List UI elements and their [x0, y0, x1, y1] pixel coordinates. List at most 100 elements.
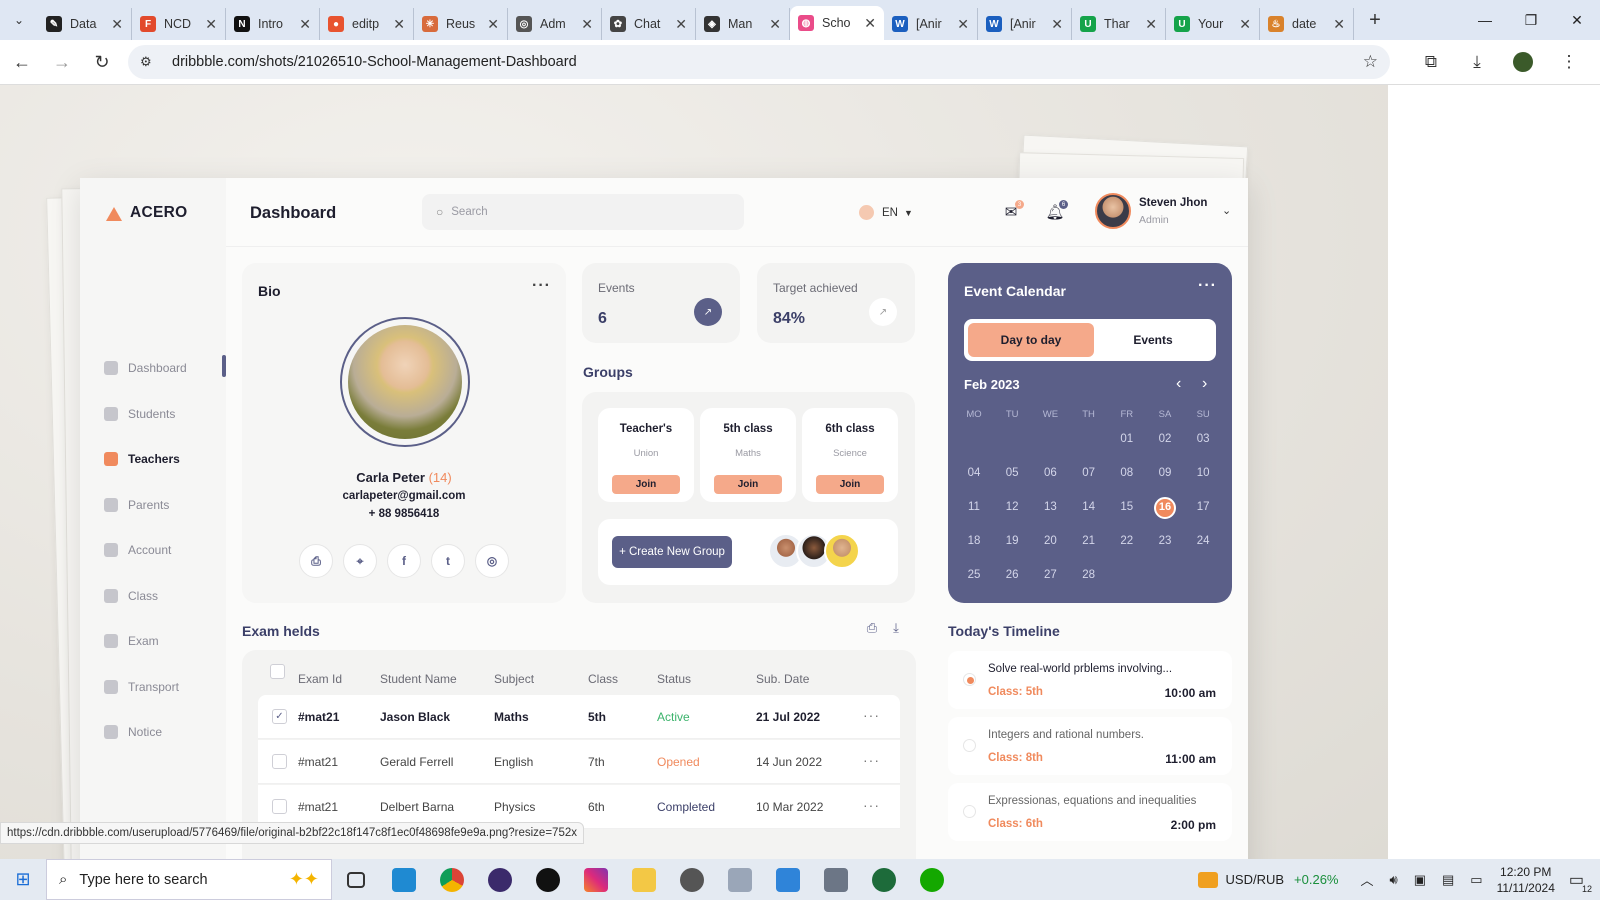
- tab-close-icon[interactable]: ✕: [957, 16, 969, 33]
- group-card[interactable]: 5th class Maths Join: [700, 408, 796, 502]
- windows-start-icon[interactable]: ⊞: [0, 859, 46, 900]
- language-select[interactable]: EN ▼: [859, 205, 913, 220]
- row-more-icon[interactable]: ···: [863, 797, 880, 813]
- tab-close-icon[interactable]: ✕: [299, 16, 311, 33]
- browser-tab[interactable]: ◎ Adm ✕: [508, 8, 602, 40]
- timeline-item[interactable]: Integers and rational numbers. Class: 8th…: [948, 717, 1232, 775]
- app-20-icon[interactable]: [476, 859, 524, 900]
- calendar-day[interactable]: 05: [993, 467, 1031, 479]
- sidebar-item-transport[interactable]: Transport: [104, 679, 179, 694]
- events-stat-card[interactable]: Events 6 ↗: [582, 263, 740, 343]
- calendar-day[interactable]: 23: [1146, 535, 1184, 547]
- arrow-up-right-icon[interactable]: ↗: [694, 298, 722, 326]
- back-icon[interactable]: ←: [4, 44, 40, 80]
- twitter-icon[interactable]: t: [431, 544, 465, 578]
- timeline-radio[interactable]: [963, 805, 976, 818]
- new-tab-button[interactable]: +: [1358, 3, 1392, 37]
- calendar-day[interactable]: 18: [955, 535, 993, 547]
- calendar-day[interactable]: 07: [1070, 467, 1108, 479]
- vscode-icon[interactable]: [380, 859, 428, 900]
- target-stat-card[interactable]: Target achieved 84% ↗: [757, 263, 915, 343]
- address-bar[interactable]: ⚙ dribbble.com/shots/21026510-School-Man…: [128, 45, 1390, 79]
- row-more-icon[interactable]: ···: [863, 707, 880, 723]
- tab-search-chevron-icon[interactable]: ⌄: [0, 0, 38, 40]
- browser-tab[interactable]: W [Anir ✕: [978, 8, 1072, 40]
- calendar-day[interactable]: 25: [955, 569, 993, 581]
- events-tab[interactable]: Events: [1094, 323, 1212, 357]
- download-icon[interactable]: ⤓: [887, 619, 905, 637]
- join-button[interactable]: Join: [714, 475, 782, 494]
- app-printer-icon[interactable]: [812, 859, 860, 900]
- task-view-icon[interactable]: [332, 859, 380, 900]
- group-card[interactable]: 6th class Science Join: [802, 408, 898, 502]
- sidebar-item-students[interactable]: Students: [104, 406, 175, 421]
- tab-close-icon[interactable]: ✕: [205, 16, 217, 33]
- table-row[interactable]: #mat21 Gerald Ferrell English 7th Opened 14 J…: [258, 740, 900, 784]
- tab-close-icon[interactable]: ✕: [864, 15, 876, 32]
- sidebar-item-teachers[interactable]: Teachers: [104, 452, 180, 466]
- taskbar-search-input[interactable]: ⌕ Type here to search ✦✦: [46, 859, 332, 900]
- join-button[interactable]: Join: [816, 475, 884, 494]
- calendar-day[interactable]: 16: [1146, 501, 1184, 513]
- select-all-checkbox[interactable]: [270, 664, 285, 679]
- table-row[interactable]: ✓ #mat21 Jason Black Maths 5th Active 21 Jul 2…: [258, 695, 900, 739]
- row-checkbox[interactable]: ✓: [272, 709, 287, 724]
- column-header[interactable]: Class: [588, 672, 618, 686]
- browser-tab[interactable]: ✿ Chat ✕: [602, 8, 696, 40]
- browser-tab[interactable]: ● editp ✕: [320, 8, 414, 40]
- file-explorer-icon[interactable]: [620, 859, 668, 900]
- browser-menu-icon[interactable]: ⋮: [1546, 52, 1592, 72]
- tab-close-icon[interactable]: ✕: [675, 16, 687, 33]
- instagram-icon[interactable]: [572, 859, 620, 900]
- restore-icon[interactable]: ❐: [1508, 0, 1554, 40]
- tab-close-icon[interactable]: ✕: [111, 16, 123, 33]
- printer-icon[interactable]: ⎙: [863, 619, 881, 637]
- location-icon[interactable]: ⌖: [343, 544, 377, 578]
- row-more-icon[interactable]: ···: [863, 752, 880, 768]
- sidebar-item-parents[interactable]: Parents: [104, 497, 169, 512]
- browser-tab[interactable]: ♨ date ✕: [1260, 8, 1354, 40]
- site-info-icon[interactable]: ⚙: [140, 54, 160, 70]
- timeline-item[interactable]: Solve real-world prblems involving... Cla…: [948, 651, 1232, 709]
- app-leaf-icon[interactable]: [860, 859, 908, 900]
- tab-close-icon[interactable]: ✕: [487, 16, 499, 33]
- calendar-day[interactable]: 15: [1108, 501, 1146, 513]
- browser-tab[interactable]: ✎ Data ✕: [38, 8, 132, 40]
- column-header[interactable]: Status: [657, 672, 691, 686]
- tab-close-icon[interactable]: ✕: [1239, 16, 1251, 33]
- calendar-day[interactable]: 26: [993, 569, 1031, 581]
- reload-icon[interactable]: ↻: [84, 44, 120, 80]
- volume-icon[interactable]: 🔊︎: [1390, 872, 1398, 888]
- tab-close-icon[interactable]: ✕: [1051, 16, 1063, 33]
- minimize-icon[interactable]: —: [1462, 0, 1508, 40]
- instagram-icon[interactable]: ◎: [475, 544, 509, 578]
- meet-icon[interactable]: ▣: [1414, 872, 1426, 888]
- join-button[interactable]: Join: [612, 475, 680, 494]
- sidebar-item-exam[interactable]: Exam: [104, 634, 159, 648]
- create-group-button[interactable]: + Create New Group: [612, 536, 732, 568]
- timeline-item[interactable]: Expressionas, equations and inequalities…: [948, 783, 1232, 841]
- tab-close-icon[interactable]: ✕: [581, 16, 593, 33]
- calendar-day[interactable]: 08: [1108, 467, 1146, 479]
- sidebar-item-class[interactable]: Class: [104, 588, 158, 603]
- calendar-day[interactable]: 01: [1108, 433, 1146, 445]
- calendar-day[interactable]: 17: [1184, 501, 1222, 513]
- profile-avatar[interactable]: [1513, 52, 1533, 72]
- app-upwork-icon[interactable]: [908, 859, 956, 900]
- calendar-day[interactable]: 19: [993, 535, 1031, 547]
- printer-icon[interactable]: ⎙: [299, 544, 333, 578]
- search-input[interactable]: ○ Search: [422, 194, 744, 230]
- calendar-more-icon[interactable]: ···: [1198, 277, 1217, 295]
- user-avatar[interactable]: [1095, 193, 1131, 229]
- calendar-day[interactable]: 03: [1184, 433, 1222, 445]
- column-header[interactable]: Exam Id: [298, 672, 342, 686]
- notification-center-icon[interactable]: ▭ 12: [1569, 870, 1592, 894]
- calendar-day[interactable]: 27: [1031, 569, 1069, 581]
- calendar-day[interactable]: 14: [1070, 501, 1108, 513]
- sidebar-item-dashboard[interactable]: Dashboard: [104, 361, 187, 375]
- bookmark-star-icon[interactable]: ☆: [1363, 52, 1378, 72]
- member-avatar[interactable]: [824, 533, 860, 569]
- forward-icon[interactable]: →: [44, 44, 80, 80]
- tray-overflow-icon[interactable]: ︿: [1360, 870, 1373, 889]
- download-icon[interactable]: ⤓: [1454, 52, 1500, 72]
